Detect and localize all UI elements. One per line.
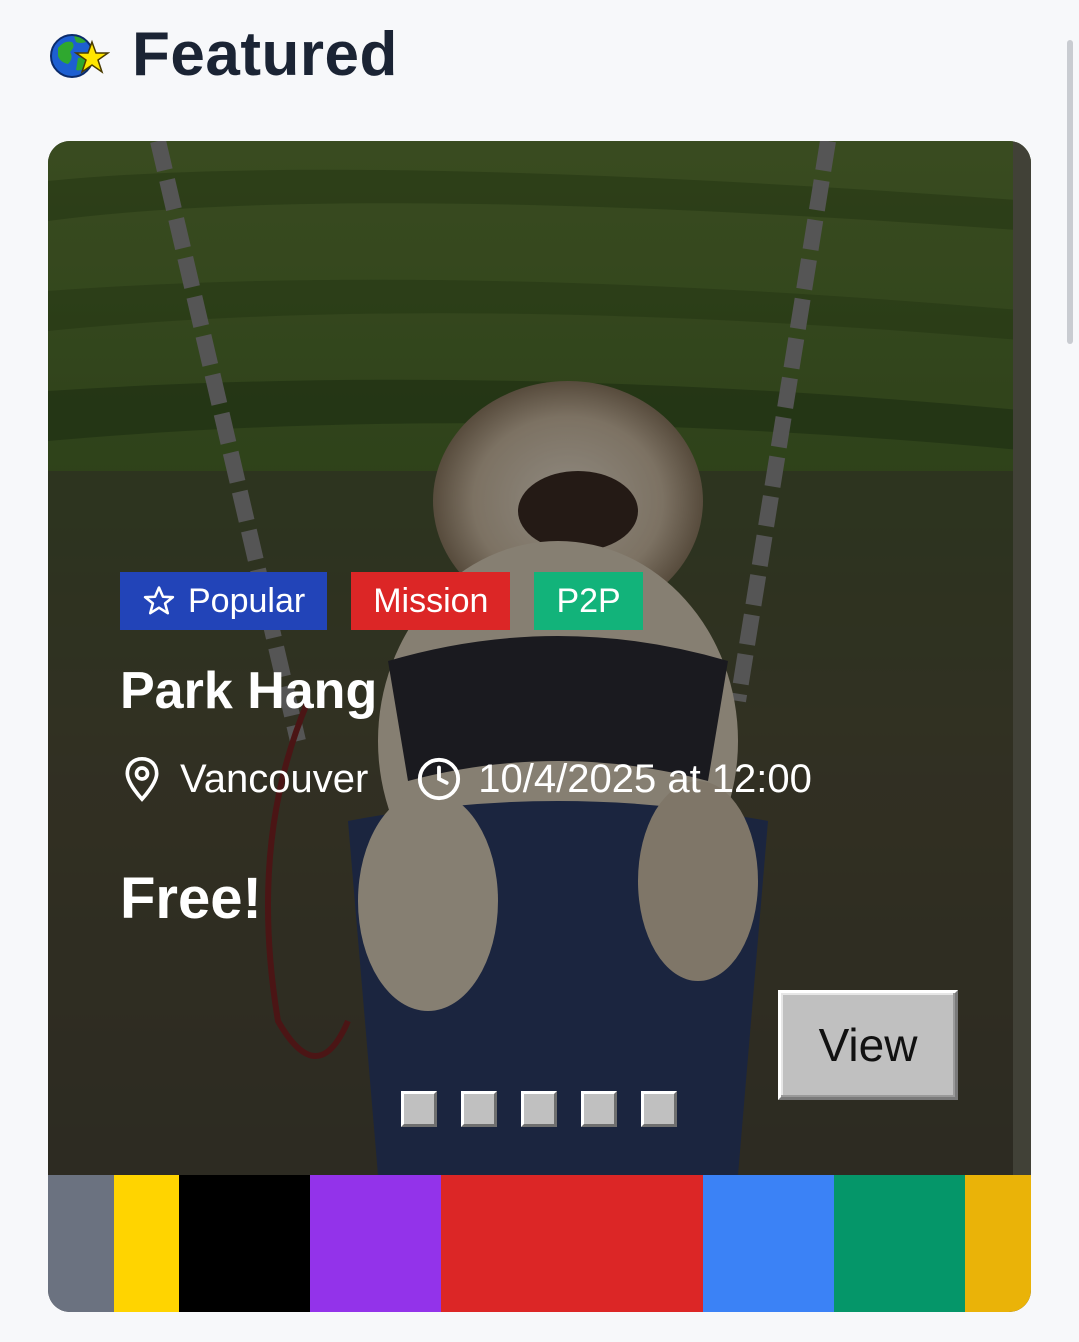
- featured-header: Featured: [48, 18, 398, 90]
- page-title: Featured: [132, 19, 398, 89]
- carousel-dot-4[interactable]: [581, 1091, 617, 1127]
- color-stripe-segment: [703, 1175, 834, 1312]
- color-stripe-segment: [48, 1175, 114, 1312]
- event-datetime: 10/4/2025 at 12:00: [416, 756, 812, 802]
- location-text: Vancouver: [180, 756, 369, 801]
- color-stripe-bar: [48, 1175, 1031, 1312]
- tag-p2p[interactable]: P2P: [534, 572, 643, 630]
- location-pin-icon: [125, 756, 159, 802]
- tag-popular-label: Popular: [188, 581, 306, 620]
- event-meta: Vancouver 10/4/2025 at 12:00: [120, 755, 812, 803]
- color-stripe-segment: [310, 1175, 441, 1312]
- carousel-dot-3[interactable]: [521, 1091, 557, 1127]
- featured-event-card[interactable]: Popular Mission P2P Park Hang Vancouver …: [48, 141, 1031, 1312]
- scrollbar[interactable]: [1067, 40, 1073, 344]
- star-outline-icon: [142, 584, 176, 618]
- color-stripe-segment: [834, 1175, 965, 1312]
- globe-star-icon: [48, 28, 111, 80]
- datetime-text: 10/4/2025 at 12:00: [478, 756, 812, 801]
- carousel-dots: [401, 1091, 677, 1127]
- event-location: Vancouver: [120, 755, 368, 803]
- color-stripe-segment: [441, 1175, 703, 1312]
- event-price: Free!: [120, 866, 262, 931]
- color-stripe-segment: [179, 1175, 310, 1312]
- color-stripe-segment: [965, 1175, 1031, 1312]
- featured-page: Featured Popular Mission P2P Park Hang V…: [0, 0, 1079, 1342]
- event-title: Park Hang: [120, 662, 378, 720]
- tag-popular[interactable]: Popular: [120, 572, 328, 630]
- event-tags: Popular Mission P2P: [120, 572, 643, 630]
- view-button[interactable]: View: [778, 990, 958, 1100]
- carousel-dot-1[interactable]: [401, 1091, 437, 1127]
- color-stripe-segment: [114, 1175, 179, 1312]
- carousel-dot-2[interactable]: [461, 1091, 497, 1127]
- tag-mission[interactable]: Mission: [351, 572, 511, 630]
- clock-icon: [418, 757, 461, 801]
- carousel-dot-5[interactable]: [641, 1091, 677, 1127]
